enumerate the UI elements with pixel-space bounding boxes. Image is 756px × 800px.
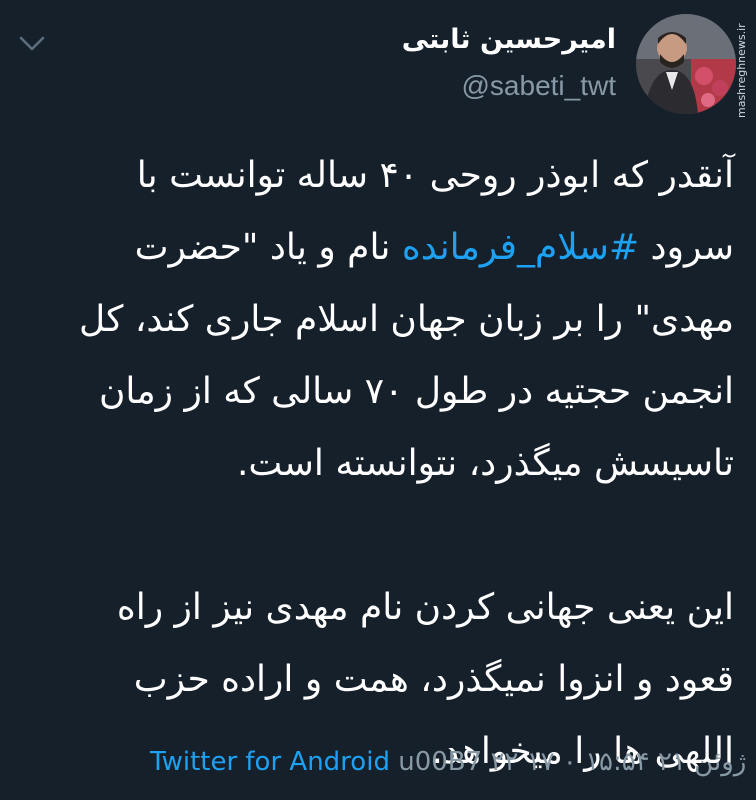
tweet-line-suffix: نام و یاد "حضرت bbox=[134, 227, 402, 268]
display-name[interactable]: امیرحسین ثابتی bbox=[402, 22, 616, 58]
footer-separator: u00B7 bbox=[389, 747, 491, 777]
avatar[interactable] bbox=[636, 14, 736, 114]
chevron-down-icon[interactable] bbox=[14, 26, 50, 62]
tweet-time[interactable]: ۱۵:۵۴ ۰ ۱۷ bbox=[527, 747, 650, 777]
tweet-line: انجمن حجتیه در طول ۷۰ سالی که از زمان bbox=[98, 371, 734, 412]
tweet-text: آنقدر که ابوذر روحی ۴۰ ساله توانست با سر… bbox=[18, 140, 734, 788]
tweet-line: مهدی" را بر زبان جهان اسلام جاری کند، کل bbox=[78, 299, 734, 340]
tweet-footer: Twitter for Android u00B7 ۲۲ ژوئن ۲۱ ۱۵:… bbox=[150, 740, 746, 784]
tweet-card: mashreghnews.ir امیرحسین ثابتی @sabeti_t… bbox=[0, 0, 756, 800]
tweet-line: تاسیسش میگذرد، نتوانسته است. bbox=[236, 443, 734, 484]
user-handle[interactable]: @sabeti_twt bbox=[402, 66, 617, 106]
watermark-logo: mashreghnews.ir bbox=[725, 10, 755, 120]
tweet-line: این یعنی جهانی کردن نام مهدی نیز از راه bbox=[116, 587, 734, 628]
client-link[interactable]: Twitter for Android bbox=[150, 747, 390, 777]
hashtag-link[interactable]: #سلام_فرمانده bbox=[402, 227, 639, 268]
watermark-text: mashreghnews.ir bbox=[735, 23, 748, 118]
user-info[interactable]: امیرحسین ثابتی @sabeti_twt bbox=[402, 22, 616, 106]
tweet-line-with-hashtag: سرود #سلام_فرمانده نام و یاد "حضرت bbox=[18, 212, 734, 284]
tweet-line: آنقدر که ابوذر روحی ۴۰ ساله توانست با bbox=[136, 155, 734, 196]
tweet-line: قعود و انزوا نمیگذرد، همت و اراده حزب bbox=[133, 659, 734, 700]
tweet-line-prefix: سرود bbox=[639, 227, 734, 268]
